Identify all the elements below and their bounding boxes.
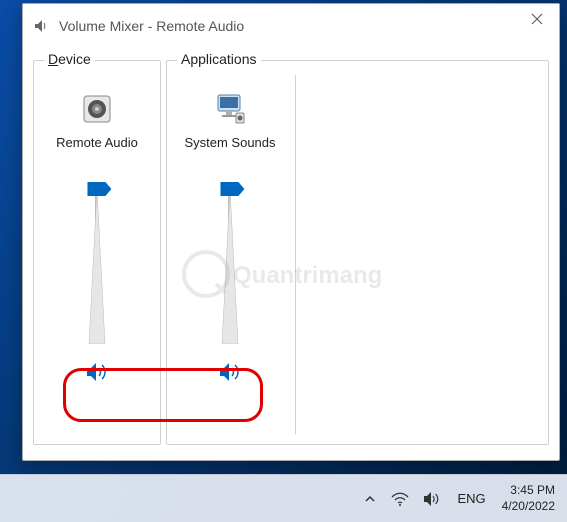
wifi-icon[interactable] (391, 491, 409, 507)
close-button[interactable] (514, 4, 559, 34)
device-mixer-item: Remote Audio (34, 81, 160, 386)
apps-divider (295, 75, 296, 434)
speaker-device-icon[interactable] (77, 89, 117, 129)
speaker-on-icon (218, 362, 242, 382)
device-panel-label: Device (44, 51, 95, 67)
device-name[interactable]: Remote Audio (56, 135, 138, 169)
app-mute-button[interactable] (214, 358, 246, 386)
device-mute-button[interactable] (81, 358, 113, 386)
slider-thumb-icon[interactable] (87, 182, 111, 196)
clock-date: 4/20/2022 (502, 499, 555, 515)
device-volume-slider[interactable] (77, 179, 117, 344)
speaker-on-icon (85, 362, 109, 382)
volume-mixer-app-icon (33, 18, 49, 34)
app-mixer-item: System Sounds (167, 81, 293, 444)
window-title: Volume Mixer - Remote Audio (59, 18, 244, 34)
language-indicator[interactable]: ENG (455, 491, 487, 506)
app-name[interactable]: System Sounds (184, 135, 275, 169)
applications-panel: Applications System Sounds (166, 60, 549, 445)
system-sounds-icon[interactable] (210, 89, 250, 129)
device-panel: Device Remote Audio (33, 60, 161, 445)
volume-mixer-window: Volume Mixer - Remote Audio Device Remot (22, 3, 560, 461)
tray-overflow-button[interactable] (363, 492, 377, 506)
clock[interactable]: 3:45 PM 4/20/2022 (502, 483, 555, 514)
slider-thumb-icon[interactable] (220, 182, 244, 196)
taskbar: ENG 3:45 PM 4/20/2022 (0, 474, 567, 522)
volume-tray-icon[interactable] (423, 491, 441, 507)
clock-time: 3:45 PM (502, 483, 555, 499)
titlebar: Volume Mixer - Remote Audio (23, 4, 559, 48)
app-volume-slider[interactable] (210, 179, 250, 344)
mixer-content: Device Remote Audio (23, 48, 559, 455)
applications-panel-label: Applications (177, 51, 261, 67)
